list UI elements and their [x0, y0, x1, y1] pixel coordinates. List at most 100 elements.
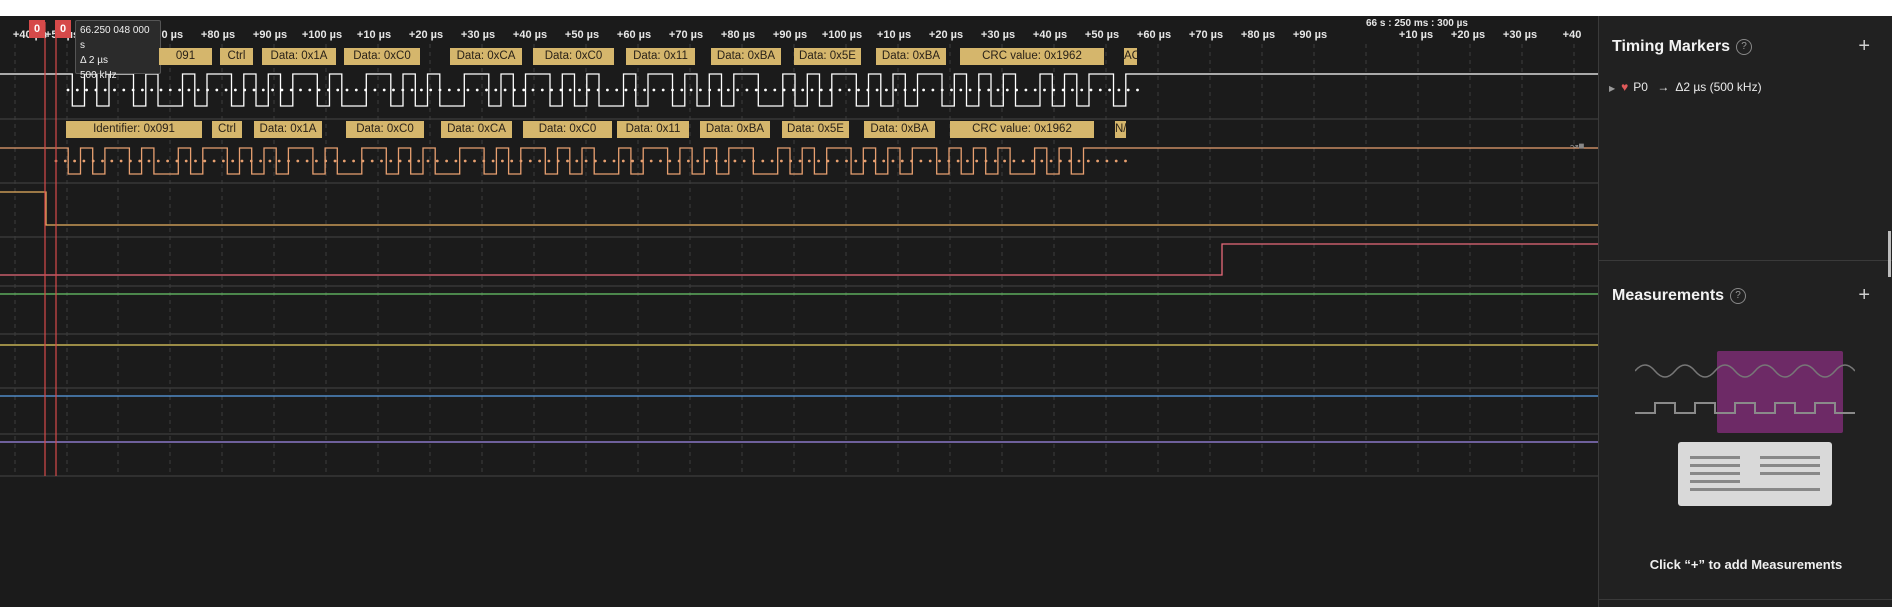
measurements-illustration-icon [1635, 351, 1855, 506]
channel1-sample-dot [668, 159, 672, 163]
channel1-sample-dot [1068, 159, 1072, 163]
marker-flag-start[interactable]: 0 [29, 20, 45, 38]
channel0-sample-dot [75, 88, 79, 92]
channel0-sample-dot [141, 88, 144, 92]
channel1-sample-dot [222, 159, 225, 163]
channel0-sample-dot [1071, 88, 1074, 92]
channel1-sample-dot [975, 159, 979, 163]
add-timing-marker-button[interactable]: + [1858, 35, 1870, 58]
channel0-sample-dot [847, 88, 851, 92]
channel1-sample-dot [435, 159, 439, 163]
channel1-sample-dot [696, 159, 700, 163]
channel0-sample-dot [950, 88, 953, 92]
channel0-sample-dot [782, 88, 786, 92]
channel0-sample-dot [596, 88, 600, 92]
channel0-sample-dot [494, 88, 498, 92]
channel0-sample-dot [764, 88, 767, 92]
channel0-sample-dot [252, 88, 256, 92]
add-measurement-button[interactable]: + [1858, 284, 1870, 307]
channel1-sample-dot [677, 159, 681, 163]
panel-scrollbar[interactable] [1888, 231, 1891, 277]
channel1-sample-dot [603, 159, 607, 163]
channel0-frame-label[interactable]: CRC value: 0x1962 [960, 48, 1104, 65]
waveform-canvas[interactable] [0, 16, 1598, 607]
help-icon[interactable]: ? [1730, 288, 1747, 304]
channel0-frame-label[interactable]: Data: 0xBA [711, 48, 781, 65]
channel0-sample-dot [447, 88, 451, 92]
channel1-sample-dot [742, 159, 746, 163]
channel0-sample-dot [643, 88, 646, 92]
channel1-frame-label[interactable]: Data: 0x11 [617, 121, 689, 138]
channel0-sample-dot [652, 88, 656, 92]
channel1-sample-dot [138, 159, 142, 163]
channel1-frame-label[interactable]: CRC value: 0x1962 [950, 121, 1094, 138]
wrap-icon[interactable]: ↝■ [1570, 141, 1584, 152]
channel1-sample-dot [501, 159, 504, 163]
channel0-sample-dot [373, 88, 377, 92]
channel0-sample-dot [931, 88, 935, 92]
channel1-sample-dot [919, 159, 923, 163]
channel0-sample-dot [857, 88, 860, 92]
channel1-sample-dot [882, 159, 886, 163]
arrow-icon: → [1657, 80, 1670, 94]
channel1-sample-dot [584, 159, 588, 163]
channel0-frame-label[interactable]: AC [1124, 48, 1137, 65]
channel0-frame-label[interactable]: Data: 0x1A [262, 48, 336, 65]
channel0-sample-dot [801, 88, 805, 92]
channel1-frame-label[interactable]: Data: 0xC0 [346, 121, 424, 138]
time-tick-label: +70 µs [1188, 29, 1224, 41]
channel0-frame-label[interactable]: Ctrl [220, 48, 253, 65]
channel0-frame-label[interactable]: Data: 0xC0 [344, 48, 420, 65]
time-tick-label: +80 µs [200, 29, 236, 41]
channel0-frame-label[interactable]: Data: 0xBA [876, 48, 946, 65]
channel1-sample-dot [556, 159, 560, 163]
channel1-sample-dot [519, 159, 523, 163]
timing-marker-entry[interactable]: ▶ ♥ P0 → Δ2 µs (500 kHz) [1609, 80, 1762, 94]
channel0-frame-label[interactable]: Data: 0x11 [626, 48, 695, 65]
channel1-sample-dot [845, 159, 848, 163]
channel0-sample-dot [1052, 88, 1056, 92]
channel0-sample-dot [420, 88, 423, 92]
channel1-frame-label[interactable]: Data: 0xBA [864, 121, 935, 138]
channel0-sample-dot [299, 88, 302, 92]
time-tick-label: +30 µs [980, 29, 1016, 41]
channel0-sample-dot [113, 88, 116, 92]
channel1-sample-dot [938, 159, 941, 163]
channel1-sample-dot [575, 159, 579, 163]
channel0-sample-dot [243, 88, 247, 92]
channel0-frame-label[interactable]: Data: 0xC0 [533, 48, 614, 65]
channel1-sample-dot [156, 159, 160, 163]
channel1-frame-label[interactable]: Data: 0x1A [254, 121, 322, 138]
help-icon[interactable]: ? [1735, 39, 1752, 55]
channel1-sample-dot [733, 159, 737, 163]
channel1-sample-dot [510, 159, 514, 163]
time-tick-label: +10 µs [876, 29, 912, 41]
channel0-sample-dot [429, 88, 433, 92]
channel1-frame-label[interactable]: Data: 0xBA [700, 121, 770, 138]
channel1-frame-label[interactable]: Data: 0xCA [441, 121, 512, 138]
channel0-frame-label[interactable]: Data: 0xCA [450, 48, 522, 65]
channel0-sample-dot [819, 88, 823, 92]
channel1-frame-label[interactable]: Ctrl [212, 121, 242, 138]
channel1-frame-label[interactable]: Identifier: 0x091 [66, 121, 202, 138]
timing-markers-title: Timing Markers? [1612, 38, 1752, 56]
channel0-sample-dot [1136, 88, 1139, 92]
time-tick-label: +10 µs [356, 29, 392, 41]
channel0-frame-label[interactable]: 091 [159, 48, 212, 65]
marker-heart-icon: ♥ [1621, 80, 1629, 94]
channel1-sample-dot [687, 159, 690, 163]
channel1-frame-label[interactable]: N/ [1115, 121, 1126, 138]
waveform-area[interactable]: 66 s : 250 ms : 300 µs +40 µs +50 µs +60 µ… [0, 16, 1598, 607]
channel1-frame-label[interactable]: Data: 0x5E [782, 121, 849, 138]
channel1-sample-dot [547, 159, 551, 163]
channel0-frame-label[interactable]: Data: 0x5E [794, 48, 861, 65]
channel0-sample-dot [1080, 88, 1084, 92]
channel0-sample-dot [345, 88, 349, 92]
expand-caret-icon[interactable]: ▶ [1609, 84, 1615, 93]
marker-flag-end[interactable]: 0 [55, 20, 71, 38]
channel1-sample-dot [1096, 159, 1099, 163]
marker-tooltip: 66.250 048 000 s Δ 2 µs 500 kHz [75, 20, 161, 81]
channel1-sample-dot [659, 159, 662, 163]
channel1-frame-label[interactable]: Data: 0xC0 [523, 121, 612, 138]
channel1-sample-dot [445, 159, 448, 163]
